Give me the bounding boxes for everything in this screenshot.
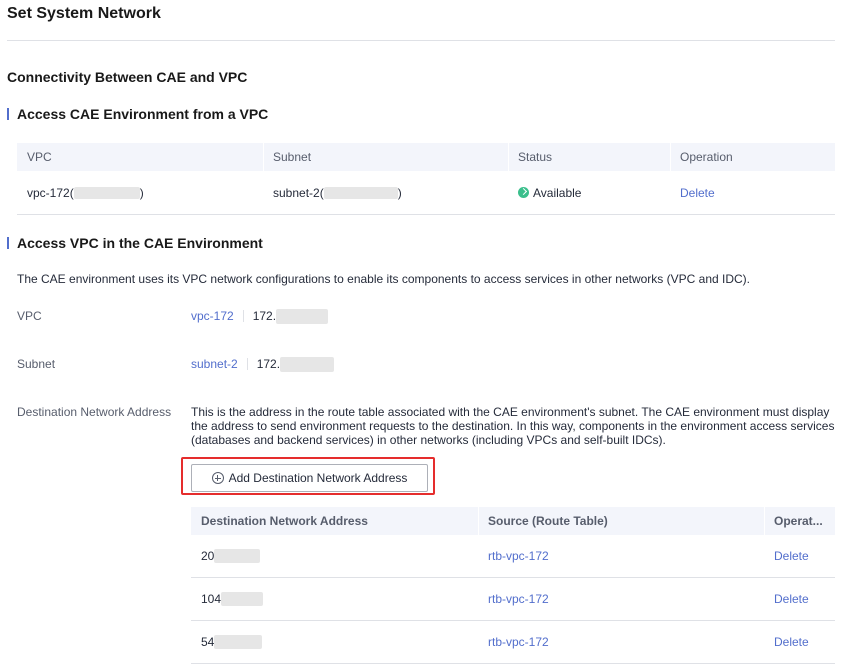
source-cell: rtb-vpc-172 [478,592,764,606]
subnet-label: Subnet [17,357,56,371]
check-circle-icon [518,187,529,198]
subnet-value: subnet-2 172. [191,356,335,372]
set-system-network-page: Set System Network Connectivity Between … [0,0,842,666]
table-header: VPC Subnet Status Operation [17,143,835,171]
operation-cell: Delete [764,549,835,563]
redacted-mask [280,356,335,372]
vpc-value: vpc-172 172. [191,308,329,324]
divider [246,358,248,370]
plus-circle-icon [211,472,224,484]
vpc-access-table: VPC Subnet Status Operation vpc-172( ) s… [17,143,835,215]
add-button-label: Add Destination Network Address [228,471,408,485]
destination-network-address-label: Destination Network Address [17,405,172,419]
redacted-mask [323,186,398,199]
destination-cell: 104 [191,592,478,606]
vpc-link[interactable]: vpc-172 [191,308,234,324]
column-header-source: Source (Route Table) [478,507,764,535]
add-destination-network-address-button[interactable]: Add Destination Network Address [191,464,428,492]
source-cell: rtb-vpc-172 [478,635,764,649]
route-table-link[interactable]: rtb-vpc-172 [488,549,549,563]
access-vpc-in-cae-heading: Access VPC in the CAE Environment [7,234,263,252]
subnet-name: subnet-2( [273,185,324,200]
vpc-cidr: 172. [252,309,277,323]
table-row: 20 rtb-vpc-172 Delete [191,535,835,578]
table-header: Destination Network Address Source (Rout… [191,507,835,535]
redacted-mask [214,635,263,649]
access-cae-from-vpc-heading: Access CAE Environment from a VPC [7,105,268,123]
route-table-link[interactable]: rtb-vpc-172 [488,635,549,649]
delete-link[interactable]: Delete [774,635,809,649]
status-text: Available [533,185,582,200]
destination-description: This is the address in the route table a… [191,405,835,447]
vpc-label: VPC [17,309,42,323]
redacted-mask [214,549,261,563]
delete-link[interactable]: Delete [774,592,809,606]
destination-address: 54 [201,635,215,649]
page-title: Set System Network [7,5,161,22]
redacted-mask [73,186,140,199]
column-header-operation: Operation [670,143,835,171]
destination-address: 20 [201,549,215,563]
destination-address: 104 [201,592,222,606]
operation-cell: Delete [764,592,835,606]
table-row: 54 rtb-vpc-172 Delete [191,621,835,664]
column-header-vpc: VPC [27,150,52,164]
vpc-name: vpc-172( [27,185,74,200]
divider [242,310,244,322]
delete-link[interactable]: Delete [680,186,715,200]
column-header-subnet: Subnet [263,143,508,171]
redacted-mask [221,592,264,606]
subnet-link[interactable]: subnet-2 [191,356,238,372]
title-divider [7,40,835,41]
route-table-link[interactable]: rtb-vpc-172 [488,592,549,606]
delete-link[interactable]: Delete [774,549,809,563]
source-cell: rtb-vpc-172 [478,549,764,563]
destination-cell: 20 [191,549,478,563]
subnet-cell: subnet-2( ) [263,186,508,200]
operation-cell: Delete [670,186,835,200]
table-row: vpc-172( ) subnet-2( ) Available Delete [17,171,835,215]
status-cell: Available [508,186,670,200]
column-header-destination: Destination Network Address [201,514,368,528]
table-row: 104 rtb-vpc-172 Delete [191,578,835,621]
operation-cell: Delete [764,635,835,649]
redacted-mask [276,308,329,324]
section-description: The CAE environment uses its VPC network… [17,272,750,286]
vpc-cell: vpc-172( ) [17,186,263,200]
destination-cell: 54 [191,635,478,649]
column-header-operation: Operat... [764,507,835,535]
subnet-name-suffix: ) [397,185,402,200]
destination-address-table: Destination Network Address Source (Rout… [191,507,835,664]
column-header-status: Status [508,143,670,171]
subnet-cidr: 172. [256,357,281,371]
vpc-name-suffix: ) [139,185,144,200]
section-heading: Connectivity Between CAE and VPC [7,69,248,85]
